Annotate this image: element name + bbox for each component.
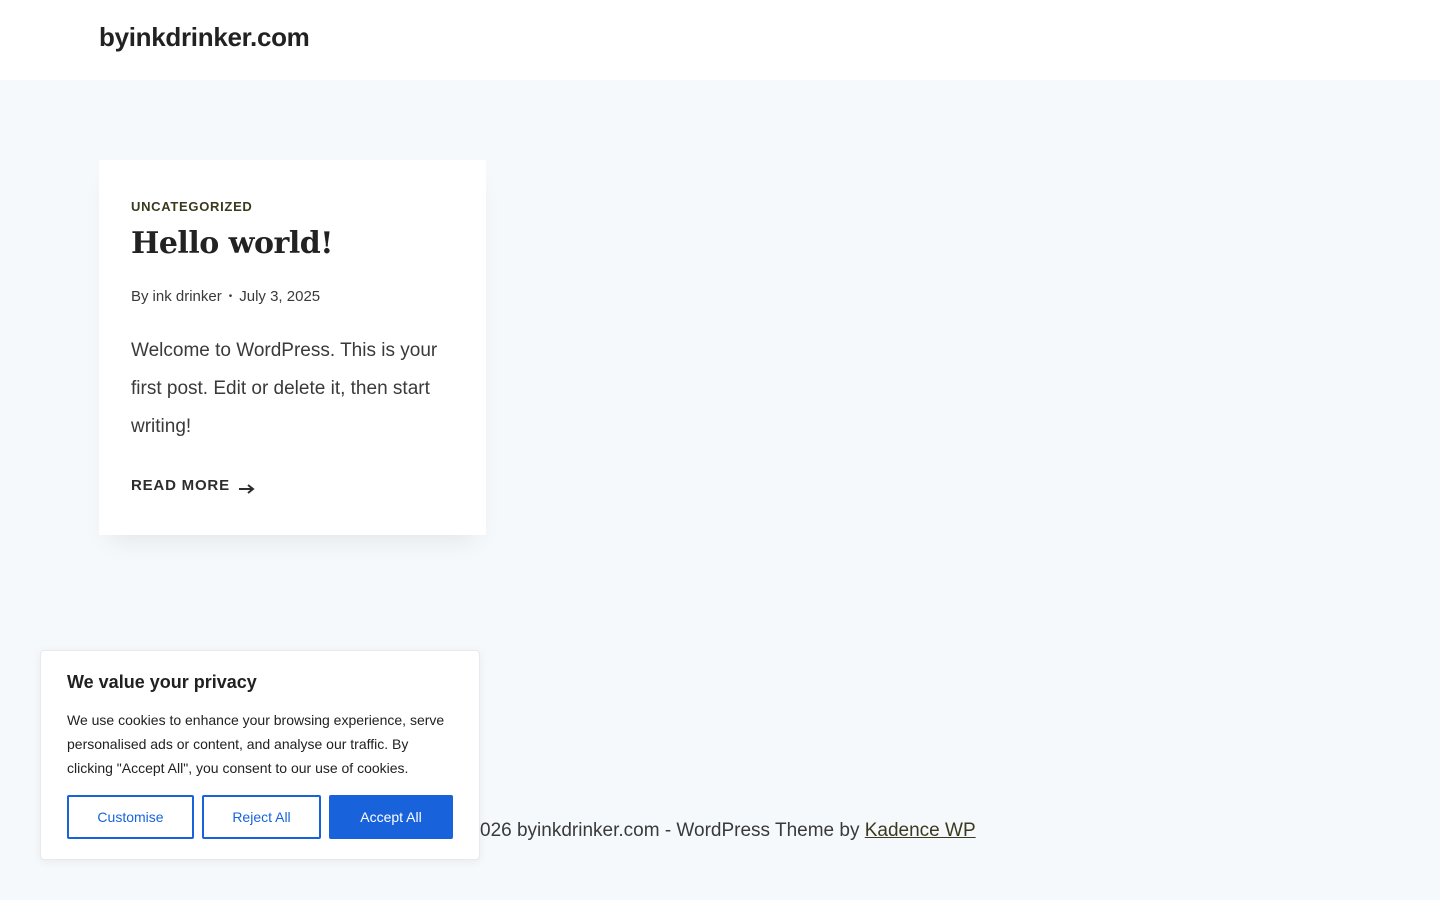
read-more-label: READ MORE <box>131 477 230 494</box>
post-card: UNCATEGORIZED Hello world! By ink drinke… <box>99 160 486 535</box>
footer-credit-text: 026 byinkdrinker.com - WordPress Theme b… <box>480 820 860 841</box>
reject-all-button[interactable]: Reject All <box>202 795 321 839</box>
post-category-link[interactable]: UNCATEGORIZED <box>131 199 253 214</box>
kadence-wp-link[interactable]: Kadence WP <box>865 820 976 841</box>
site-title-link[interactable]: byinkdrinker.com <box>99 22 310 53</box>
post-title[interactable]: Hello world! <box>131 226 333 261</box>
customise-button[interactable]: Customise <box>67 795 194 839</box>
cookie-consent-banner: We value your privacy We use cookies to … <box>40 650 480 860</box>
footer-credit: 026 byinkdrinker.com - WordPress Theme b… <box>480 820 976 842</box>
meta-by-label: By <box>131 288 149 305</box>
site-header: byinkdrinker.com <box>0 0 1440 80</box>
post-date: July 3, 2025 <box>239 288 321 305</box>
post-meta: By ink drinker • July 3, 2025 <box>131 288 320 305</box>
arrow-right-icon <box>238 481 255 494</box>
author-link[interactable]: ink drinker <box>153 288 222 305</box>
cookie-banner-title: We value your privacy <box>67 672 257 692</box>
read-more-link[interactable]: READ MORE <box>131 477 255 494</box>
cookie-banner-text: We use cookies to enhance your browsing … <box>67 712 445 776</box>
accept-all-button[interactable]: Accept All <box>329 795 453 839</box>
meta-separator: • <box>228 291 233 302</box>
post-excerpt: Welcome to WordPress. This is your first… <box>131 340 438 437</box>
